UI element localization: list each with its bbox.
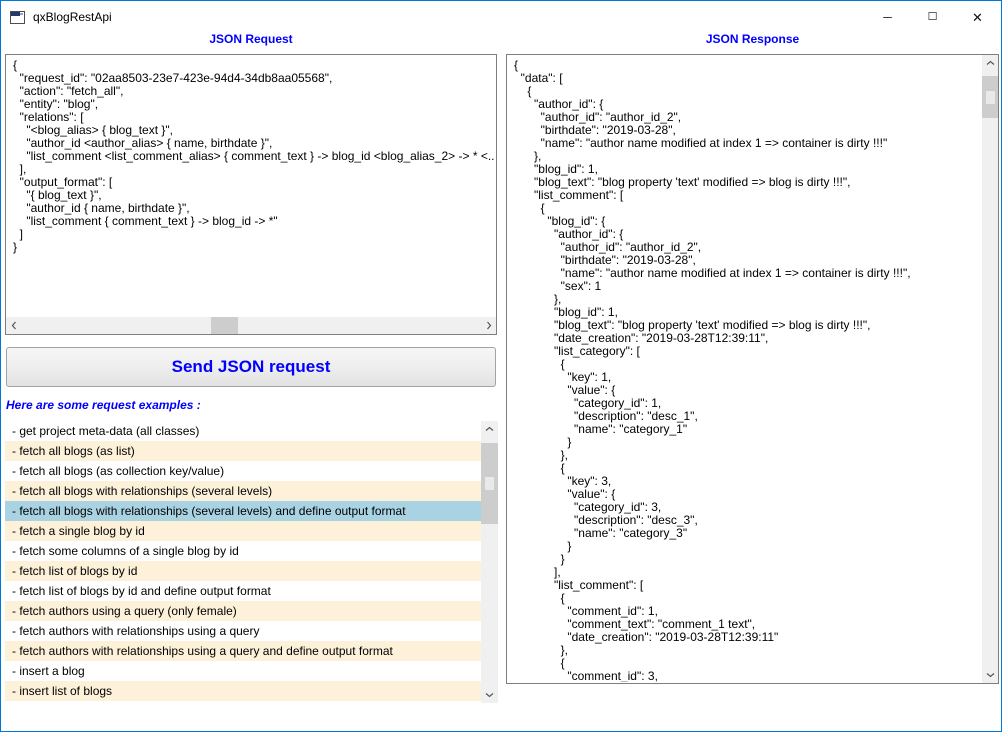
example-item[interactable]: - fetch all blogs (as collection key/val…: [5, 461, 481, 481]
example-item[interactable]: - fetch authors using a query (only fema…: [5, 601, 481, 621]
window-controls: ─ ☐ ✕: [865, 2, 1000, 32]
send-json-request-button[interactable]: Send JSON request: [6, 347, 496, 387]
json-response-text: { "data": [ { "author_id": { "author_id"…: [507, 55, 982, 682]
examples-scrollbar-thumb[interactable]: [481, 443, 498, 524]
example-item[interactable]: - fetch some columns of a single blog by…: [5, 541, 481, 561]
example-item[interactable]: - fetch all blogs with relationships (se…: [5, 501, 481, 521]
example-item[interactable]: - insert list of blogs: [5, 681, 481, 701]
example-item[interactable]: - fetch all blogs with relationships (se…: [5, 481, 481, 501]
example-item[interactable]: - fetch list of blogs by id: [5, 561, 481, 581]
example-item[interactable]: - fetch list of blogs by id and define o…: [5, 581, 481, 601]
example-item[interactable]: - fetch authors with relationships using…: [5, 641, 481, 661]
minimize-button[interactable]: ─: [865, 2, 910, 32]
scroll-down-icon[interactable]: [481, 686, 498, 703]
scroll-left-icon[interactable]: [6, 317, 22, 334]
request-scrollbar-thumb[interactable]: [211, 317, 238, 334]
request-horizontal-scrollbar[interactable]: [6, 317, 496, 334]
close-button[interactable]: ✕: [955, 2, 1000, 32]
example-item[interactable]: - fetch all blogs (as list): [5, 441, 481, 461]
example-item[interactable]: - insert a blog: [5, 661, 481, 681]
examples-list: - get project meta-data (all classes) - …: [5, 421, 498, 703]
example-item[interactable]: - fetch a single blog by id: [5, 521, 481, 541]
examples-vertical-scrollbar[interactable]: [481, 421, 498, 703]
titlebar[interactable]: qxBlogRestApi ─ ☐ ✕: [2, 2, 1000, 32]
scroll-right-icon[interactable]: [480, 317, 496, 334]
scrollbar-grip: [485, 477, 494, 490]
examples-label: Here are some request examples :: [6, 398, 201, 412]
examples-rows: - get project meta-data (all classes) - …: [5, 421, 481, 701]
window-title: qxBlogRestApi: [33, 10, 112, 24]
json-request-editor[interactable]: { "request_id": "02aa8503-23e7-423e-94d4…: [5, 54, 497, 335]
scroll-down-icon[interactable]: [982, 666, 998, 683]
json-response-header: JSON Response: [506, 32, 999, 47]
json-request-header: JSON Request: [5, 32, 497, 47]
close-icon: ✕: [972, 11, 983, 24]
app-window-icon: [10, 11, 25, 24]
minimize-icon: ─: [883, 11, 892, 23]
scrollbar-grip: [986, 91, 995, 104]
response-scrollbar-thumb[interactable]: [982, 76, 998, 118]
json-response-viewer[interactable]: { "data": [ { "author_id": { "author_id"…: [506, 54, 999, 684]
example-item[interactable]: - fetch authors with relationships using…: [5, 621, 481, 641]
json-request-text[interactable]: { "request_id": "02aa8503-23e7-423e-94d4…: [6, 55, 495, 317]
scroll-up-icon[interactable]: [982, 55, 998, 72]
scroll-up-icon[interactable]: [481, 421, 498, 438]
response-vertical-scrollbar[interactable]: [982, 55, 998, 683]
app-window: qxBlogRestApi ─ ☐ ✕ JSON Request JSON Re…: [0, 0, 1002, 732]
maximize-icon: ☐: [928, 12, 938, 23]
example-item[interactable]: - get project meta-data (all classes): [5, 421, 481, 441]
maximize-button[interactable]: ☐: [910, 2, 955, 32]
